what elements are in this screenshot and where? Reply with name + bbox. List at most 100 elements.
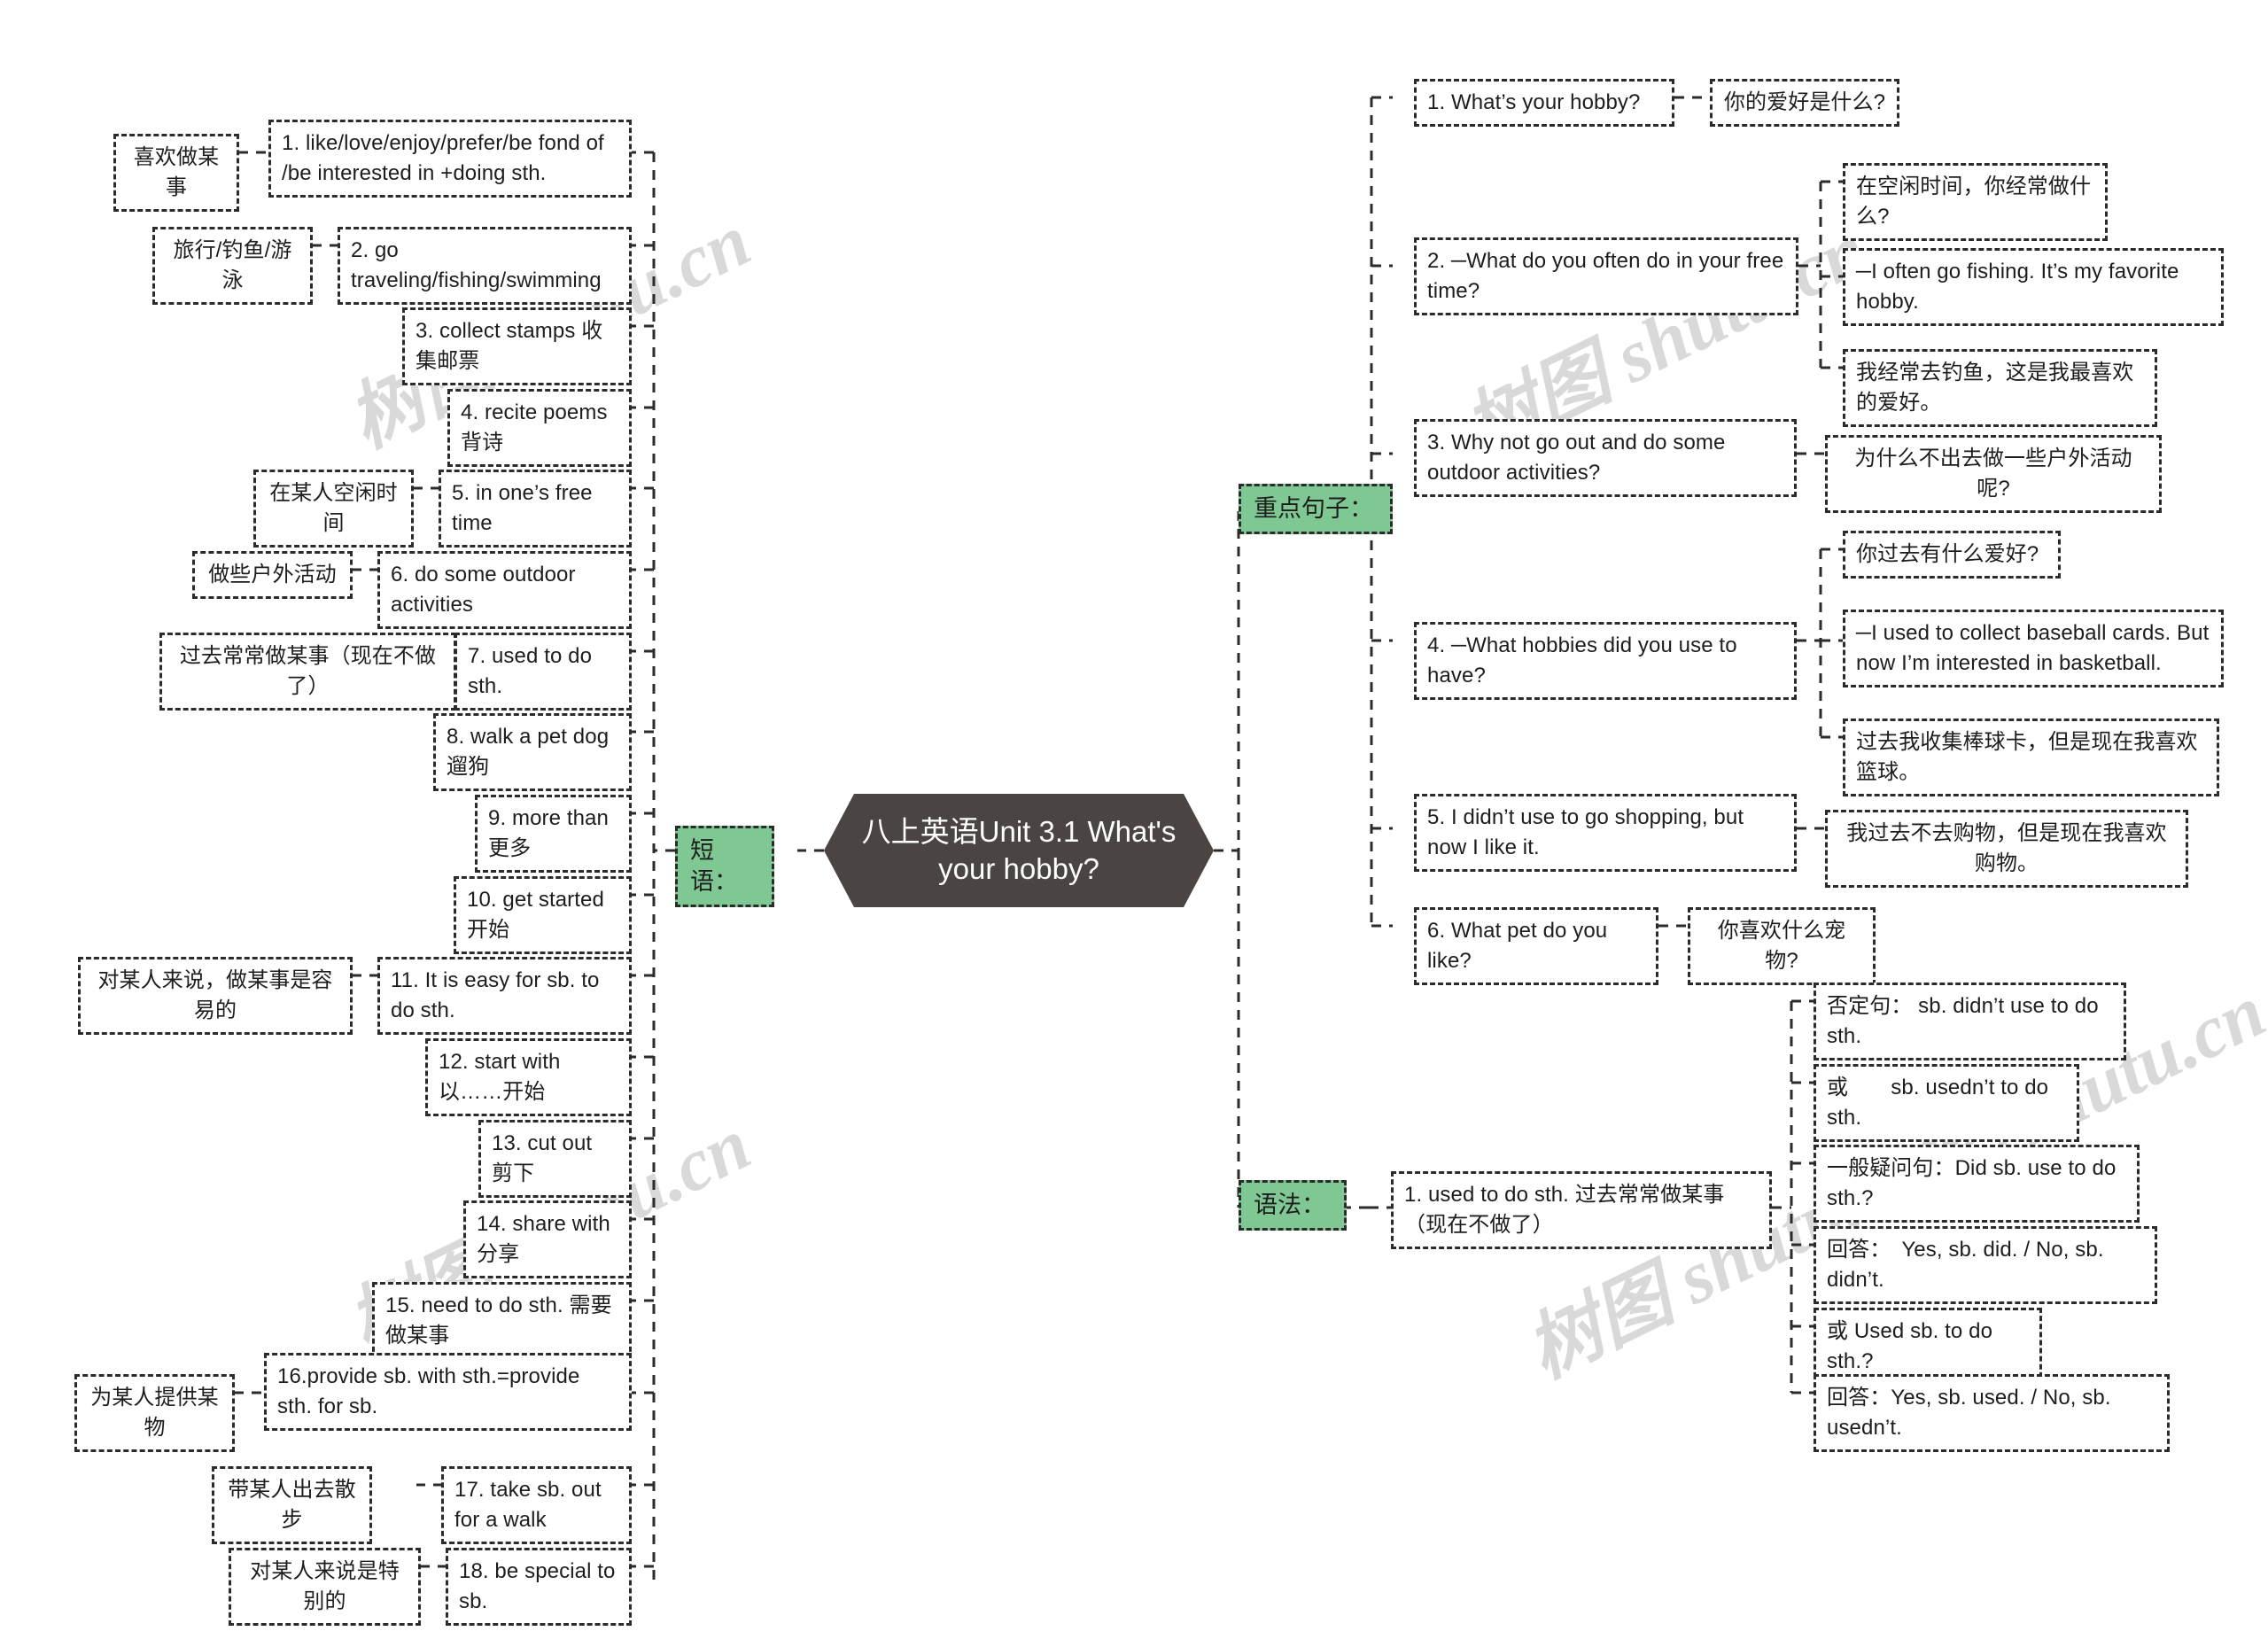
sentence-child-text: ─I used to collect baseball cards. But n… <box>1856 621 2210 676</box>
phrase-text: 2. go traveling/fishing/swimming <box>351 238 602 293</box>
sentence-child-text: 在空闲时间，你经常做什么? <box>1856 175 2092 229</box>
phrase-item-12[interactable]: 12. start with 以……开始 <box>425 1038 632 1117</box>
sentence-text: 1. What’s your hobby? <box>1427 90 1641 114</box>
phrase-text: 14. share with 分享 <box>477 1212 610 1267</box>
sentence-item-2-child-1[interactable]: 在空闲时间，你经常做什么? <box>1843 163 2108 242</box>
grammar-item-1-child-4[interactable]: 回答： Yes, sb. did. / No, sb. didn’t. <box>1814 1226 2157 1305</box>
sentence-item-5-child-1[interactable]: 我过去不去购物，但是现在我喜欢购物。 <box>1825 810 2188 889</box>
sentence-child-text: 为什么不出去做一些户外活动呢? <box>1854 447 2132 501</box>
grammar-child-text: 回答： Yes, sb. did. / No, sb. didn’t. <box>1827 1238 2104 1293</box>
sentence-item-4[interactable]: 4. ─What hobbies did you use to have? <box>1414 622 1797 701</box>
phrase-text: 13. cut out 剪下 <box>492 1131 593 1186</box>
sentence-child-text: 我经常去钓鱼，这是我最喜欢的爱好。 <box>1856 361 2134 416</box>
phrase-item-14[interactable]: 14. share with 分享 <box>463 1200 632 1279</box>
sentence-item-2-child-2[interactable]: ─I often go fishing. It’s my favorite ho… <box>1843 248 2224 327</box>
sentence-text: 3. Why not go out and do some outdoor ac… <box>1427 431 1726 485</box>
phrase-item-8[interactable]: 8. walk a pet dog 遛狗 <box>433 713 632 792</box>
phrase-item-11[interactable]: 11. It is easy for sb. to do sth. <box>377 957 632 1036</box>
phrase-gloss-6[interactable]: 做些户外活动 <box>192 551 353 600</box>
phrase-text: 5. in one’s free time <box>452 481 593 536</box>
sentence-text: 6. What pet do you like? <box>1427 919 1608 974</box>
grammar-text: 1. used to do sth. 过去常常做某事（现在不做了） <box>1404 1183 1725 1238</box>
phrase-text: 7. used to do sth. <box>468 644 593 699</box>
sentence-item-3[interactable]: 3. Why not go out and do some outdoor ac… <box>1414 419 1797 498</box>
sentence-child-text: 你过去有什么爱好? <box>1856 542 2039 566</box>
sentence-item-1[interactable]: 1. What’s your hobby? <box>1414 79 1674 128</box>
sentence-item-6-child-1[interactable]: 你喜欢什么宠物? <box>1688 907 1876 986</box>
branch-grammar-label: 语法： <box>1254 1192 1325 1218</box>
phrase-item-2[interactable]: 2. go traveling/fishing/swimming <box>338 227 632 306</box>
sentence-item-2-child-3[interactable]: 我经常去钓鱼，这是我最喜欢的爱好。 <box>1843 349 2157 428</box>
mindmap-canvas: 树图 shutu.cn 树图 shutu.cn 树图 shutu.cn 树图 s… <box>0 0 2268 1639</box>
root-node[interactable]: 八上英语Unit 3.1 What's your hobby? <box>824 794 1214 907</box>
phrase-gloss-11[interactable]: 对某人来说，做某事是容易的 <box>78 957 353 1036</box>
phrase-item-10[interactable]: 10. get started 开始 <box>454 876 632 955</box>
phrase-text: 6. do some outdoor activities <box>391 563 576 618</box>
sentence-child-text: ─I often go fishing. It’s my favorite ho… <box>1856 260 2179 315</box>
grammar-item-1-child-6[interactable]: 回答：Yes, sb. used. / No, sb. usedn’t. <box>1814 1374 2170 1453</box>
sentence-child-text: 我过去不去购物，但是现在我喜欢购物。 <box>1846 821 2167 876</box>
branch-grammar[interactable]: 语法： <box>1239 1180 1347 1231</box>
sentence-item-4-child-3[interactable]: 过去我收集棒球卡，但是现在我喜欢篮球。 <box>1843 719 2219 797</box>
phrase-gloss-7[interactable]: 过去常常做某事（现在不做了） <box>159 633 456 711</box>
phrase-gloss-text: 对某人来说，做某事是容易的 <box>97 968 333 1023</box>
phrase-item-3[interactable]: 3. collect stamps 收集邮票 <box>402 307 632 386</box>
sentence-item-6[interactable]: 6. What pet do you like? <box>1414 907 1658 986</box>
grammar-child-text: 否定句： sb. didn’t use to do sth. <box>1827 994 2099 1049</box>
grammar-item-1-child-2[interactable]: 或 sb. usedn’t to do sth. <box>1814 1064 2079 1143</box>
sentence-text: 5. I didn’t use to go shopping, but now … <box>1427 805 1744 860</box>
grammar-child-text: 回答：Yes, sb. used. / No, sb. usedn’t. <box>1827 1386 2111 1441</box>
phrase-gloss-16[interactable]: 为某人提供某物 <box>74 1374 235 1453</box>
phrase-item-9[interactable]: 9. more than 更多 <box>475 795 632 874</box>
phrase-item-7[interactable]: 7. used to do sth. <box>454 633 632 711</box>
branch-phrases-label: 短语： <box>690 837 738 896</box>
phrase-gloss-text: 喜欢做某事 <box>133 145 220 200</box>
sentence-child-text: 过去我收集棒球卡，但是现在我喜欢篮球。 <box>1856 730 2198 785</box>
root-title: 八上英语Unit 3.1 What's your hobby? <box>861 815 1177 885</box>
phrase-text: 4. recite poems 背诗 <box>461 400 608 455</box>
sentence-text: 4. ─What hobbies did you use to have? <box>1427 633 1737 688</box>
branch-key-sentences-label: 重点句子： <box>1254 495 1373 522</box>
phrase-text: 1. like/love/enjoy/prefer/be fond of /be… <box>282 131 604 186</box>
sentence-text: 2. ─What do you often do in your free ti… <box>1427 249 1784 304</box>
phrase-text: 16.provide sb. with sth.=provide sth. fo… <box>277 1364 580 1419</box>
phrase-item-5[interactable]: 5. in one’s free time <box>439 470 632 548</box>
phrase-text: 15. need to do sth. 需要做某事 <box>385 1293 612 1348</box>
sentence-child-text: 你喜欢什么宠物? <box>1717 919 1846 974</box>
sentence-item-1-child-1[interactable]: 你的爱好是什么? <box>1710 79 1899 128</box>
sentence-item-3-child-1[interactable]: 为什么不出去做一些户外活动呢? <box>1825 435 2162 514</box>
phrase-item-16[interactable]: 16.provide sb. with sth.=provide sth. fo… <box>264 1353 632 1432</box>
phrase-item-1[interactable]: 1. like/love/enjoy/prefer/be fond of /be… <box>268 120 632 198</box>
phrase-gloss-text: 为某人提供某物 <box>90 1386 219 1441</box>
phrase-gloss-text: 带某人出去散步 <box>228 1478 356 1533</box>
branch-phrases[interactable]: 短语： <box>675 826 774 908</box>
phrase-text: 17. take sb. out for a walk <box>454 1478 602 1533</box>
phrase-item-4[interactable]: 4. recite poems 背诗 <box>447 389 632 468</box>
sentence-item-4-child-1[interactable]: 你过去有什么爱好? <box>1843 531 2061 579</box>
sentence-child-text: 你的爱好是什么? <box>1723 90 1886 114</box>
phrase-text: 10. get started 开始 <box>467 888 604 943</box>
sentence-item-2[interactable]: 2. ─What do you often do in your free ti… <box>1414 237 1798 316</box>
phrase-item-15[interactable]: 15. need to do sth. 需要做某事 <box>372 1282 632 1361</box>
phrase-item-18[interactable]: 18. be special to sb. <box>446 1548 632 1627</box>
phrase-item-13[interactable]: 13. cut out 剪下 <box>478 1120 632 1199</box>
branch-key-sentences[interactable]: 重点句子： <box>1239 484 1393 535</box>
grammar-item-1-child-3[interactable]: 一般疑问句：Did sb. use to do sth.? <box>1814 1145 2140 1223</box>
sentence-item-4-child-2[interactable]: ─I used to collect baseball cards. But n… <box>1843 610 2224 688</box>
phrase-gloss-text: 做些户外活动 <box>208 563 337 586</box>
grammar-child-text: 一般疑问句：Did sb. use to do sth.? <box>1827 1156 2117 1211</box>
phrase-gloss-text: 旅行/钓鱼/游泳 <box>173 238 292 293</box>
phrase-gloss-17[interactable]: 带某人出去散步 <box>212 1466 372 1545</box>
phrase-item-17[interactable]: 17. take sb. out for a walk <box>441 1466 632 1545</box>
phrase-gloss-5[interactable]: 在某人空闲时间 <box>253 470 414 548</box>
phrase-text: 8. walk a pet dog 遛狗 <box>447 725 610 780</box>
phrase-text: 9. more than 更多 <box>488 806 609 861</box>
phrase-item-6[interactable]: 6. do some outdoor activities <box>377 551 632 630</box>
phrase-gloss-18[interactable]: 对某人来说是特别的 <box>229 1548 421 1627</box>
sentence-item-5[interactable]: 5. I didn’t use to go shopping, but now … <box>1414 794 1797 873</box>
grammar-item-1-child-1[interactable]: 否定句： sb. didn’t use to do sth. <box>1814 983 2126 1061</box>
phrase-gloss-1[interactable]: 喜欢做某事 <box>113 134 239 213</box>
phrase-gloss-2[interactable]: 旅行/钓鱼/游泳 <box>152 227 313 306</box>
grammar-child-text: 或 Used sb. to do sth.? <box>1827 1319 1993 1374</box>
grammar-item-1[interactable]: 1. used to do sth. 过去常常做某事（现在不做了） <box>1391 1171 1772 1250</box>
